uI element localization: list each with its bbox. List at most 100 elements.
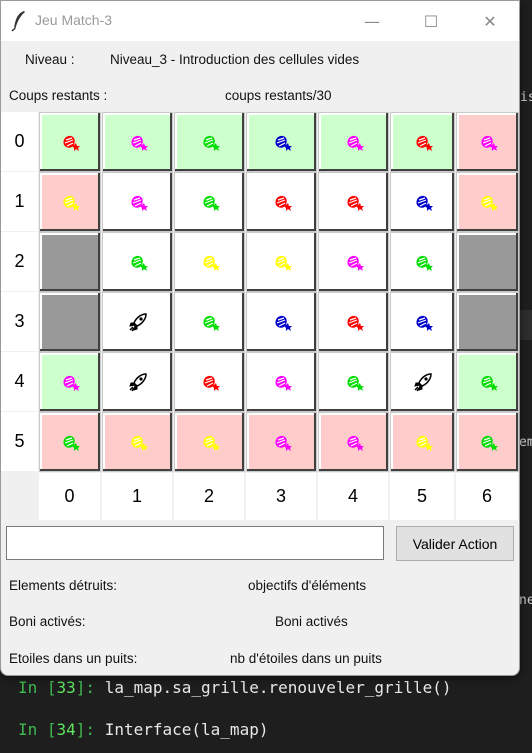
- grid-cell[interactable]: [390, 112, 455, 172]
- grid-cell[interactable]: [102, 112, 173, 172]
- grid-cell[interactable]: [102, 172, 173, 232]
- feather-icon: [11, 11, 25, 32]
- valider-action-button[interactable]: Valider Action: [396, 526, 514, 561]
- grid-cell[interactable]: [318, 172, 389, 232]
- grid-cell[interactable]: [39, 232, 101, 292]
- candy-icon: [480, 435, 498, 451]
- grid-cell[interactable]: [390, 172, 455, 232]
- rocket-icon: [128, 313, 147, 332]
- column-label: 1: [102, 473, 172, 520]
- grid-cell[interactable]: [39, 112, 101, 172]
- candy-icon: [202, 315, 220, 331]
- terminal-scroll-strip: [518, 310, 532, 340]
- rocket-icon: [413, 373, 432, 392]
- terminal-edge-text: is: [520, 90, 532, 105]
- grid-cell[interactable]: [174, 292, 245, 352]
- minimize-button[interactable]: —: [349, 1, 395, 41]
- candy-icon: [130, 195, 148, 211]
- candy-icon: [346, 375, 364, 391]
- grid-cell[interactable]: [246, 172, 317, 232]
- grid-cell[interactable]: [390, 352, 455, 412]
- candy-icon: [480, 195, 498, 211]
- column-label: 3: [246, 473, 316, 520]
- grid-cell[interactable]: [456, 352, 519, 412]
- boni-actives-value: Boni activés: [275, 614, 348, 629]
- grid-cell[interactable]: [318, 352, 389, 412]
- candy-icon: [202, 195, 220, 211]
- column-label: 2: [174, 473, 244, 520]
- candy-icon: [346, 135, 364, 151]
- grid-cell[interactable]: [456, 232, 519, 292]
- grid-cell[interactable]: [318, 292, 389, 352]
- maximize-button[interactable]: ☐: [408, 1, 454, 41]
- action-input[interactable]: [6, 526, 384, 560]
- grid-cell[interactable]: [246, 112, 317, 172]
- grid-cell[interactable]: [390, 292, 455, 352]
- grid-cell[interactable]: [456, 412, 519, 472]
- window-title: Jeu Match-3: [35, 12, 113, 28]
- candy-icon: [202, 255, 220, 271]
- candy-icon: [415, 195, 433, 211]
- terminal-line: In [33]: la_map.sa_grille.renouveler_gri…: [18, 678, 452, 697]
- minimize-icon: —: [364, 11, 380, 31]
- grid-cell[interactable]: [102, 352, 173, 412]
- candy-icon: [274, 315, 292, 331]
- grid-cell[interactable]: [456, 172, 519, 232]
- candy-icon: [480, 375, 498, 391]
- elements-detruits-label: Elements détruits:: [9, 578, 118, 593]
- grid-cell[interactable]: [102, 412, 173, 472]
- grid-cell[interactable]: [174, 232, 245, 292]
- candy-icon: [274, 375, 292, 391]
- coups-restants-label: Coups restants :: [9, 88, 108, 103]
- candy-icon: [346, 255, 364, 271]
- column-label: 6: [456, 473, 518, 520]
- grid-cell[interactable]: [39, 292, 101, 352]
- grid-cell[interactable]: [390, 232, 455, 292]
- grid-cell[interactable]: [246, 412, 317, 472]
- grid-cell[interactable]: [318, 112, 389, 172]
- candy-icon: [130, 135, 148, 151]
- grid-cell[interactable]: [174, 172, 245, 232]
- grid-cell[interactable]: [174, 112, 245, 172]
- terminal-edge-text: ne: [519, 593, 532, 608]
- candy-icon: [63, 195, 80, 211]
- niveau-label: Niveau :: [25, 52, 75, 67]
- candy-icon: [202, 375, 220, 391]
- maximize-icon: ☐: [423, 11, 439, 31]
- column-label: 0: [39, 473, 100, 520]
- candy-icon: [274, 135, 292, 151]
- row-label: 5: [1, 412, 38, 471]
- grid-cell[interactable]: [39, 412, 101, 472]
- coups-restants-value: coups restants/30: [225, 88, 332, 103]
- grid-cell[interactable]: [456, 112, 519, 172]
- close-icon: ✕: [483, 11, 497, 31]
- grid-cell[interactable]: [318, 232, 389, 292]
- column-label: 5: [390, 473, 454, 520]
- grid-cell[interactable]: [174, 352, 245, 412]
- grid-cell[interactable]: [39, 172, 101, 232]
- candy-icon: [346, 435, 364, 451]
- title-bar[interactable]: Jeu Match-3 — ☐ ✕: [1, 1, 519, 41]
- candy-icon: [480, 135, 498, 151]
- grid-cell[interactable]: [102, 232, 173, 292]
- candy-icon: [63, 135, 80, 151]
- grid-cell[interactable]: [456, 292, 519, 352]
- etoiles-label: Etoiles dans un puits:: [9, 651, 138, 666]
- candy-icon: [202, 135, 220, 151]
- candy-icon: [274, 435, 292, 451]
- candy-icon: [63, 435, 80, 451]
- elements-detruits-value: objectifs d'éléments: [248, 578, 367, 593]
- grid-cell[interactable]: [390, 412, 455, 472]
- boni-actives-label: Boni activés:: [9, 614, 86, 629]
- grid-cell[interactable]: [246, 352, 317, 412]
- grid-cell[interactable]: [246, 292, 317, 352]
- candy-icon: [415, 315, 433, 331]
- close-button[interactable]: ✕: [467, 1, 513, 41]
- grid-cell[interactable]: [318, 412, 389, 472]
- grid-cell[interactable]: [246, 232, 317, 292]
- grid-cell[interactable]: [102, 292, 173, 352]
- grid-cell[interactable]: [174, 412, 245, 472]
- row-label: 2: [1, 232, 38, 291]
- candy-icon: [346, 315, 364, 331]
- grid-cell[interactable]: [39, 352, 101, 412]
